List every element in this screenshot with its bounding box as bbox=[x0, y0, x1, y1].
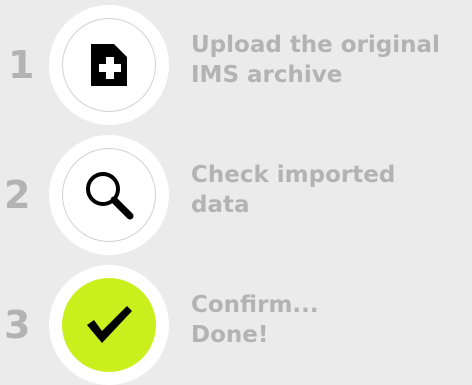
step-label-line-2: Done! bbox=[191, 322, 269, 348]
step-label-line-1: Check imported bbox=[191, 162, 396, 188]
step-label: Upload the original IMS archive bbox=[191, 30, 466, 90]
step-icon-circle bbox=[49, 265, 169, 385]
step-confirm: 3 Confirm... Done! bbox=[0, 265, 472, 385]
step-check: 2 Check imported data bbox=[0, 135, 472, 255]
magnifier-icon bbox=[86, 172, 134, 220]
step-icon-inner-done bbox=[62, 278, 156, 372]
step-label: Confirm... Done! bbox=[191, 290, 466, 350]
step-icon-inner bbox=[62, 148, 156, 242]
step-icon-circle bbox=[49, 135, 169, 255]
step-number: 1 bbox=[8, 43, 35, 87]
step-label-line-1: Upload the original bbox=[191, 32, 440, 58]
step-number: 3 bbox=[4, 303, 31, 347]
step-upload: 1 Upload the original IMS archive bbox=[0, 5, 472, 125]
step-label-line-1: Confirm... bbox=[191, 292, 319, 318]
checkmark-icon bbox=[87, 306, 132, 343]
step-label-line-2: data bbox=[191, 192, 250, 218]
step-number: 2 bbox=[4, 173, 31, 217]
step-label-line-2: IMS archive bbox=[191, 62, 343, 88]
add-document-icon bbox=[91, 44, 127, 86]
step-icon-inner bbox=[62, 18, 156, 112]
step-icon-circle bbox=[49, 5, 169, 125]
step-label: Check imported data bbox=[191, 160, 466, 220]
